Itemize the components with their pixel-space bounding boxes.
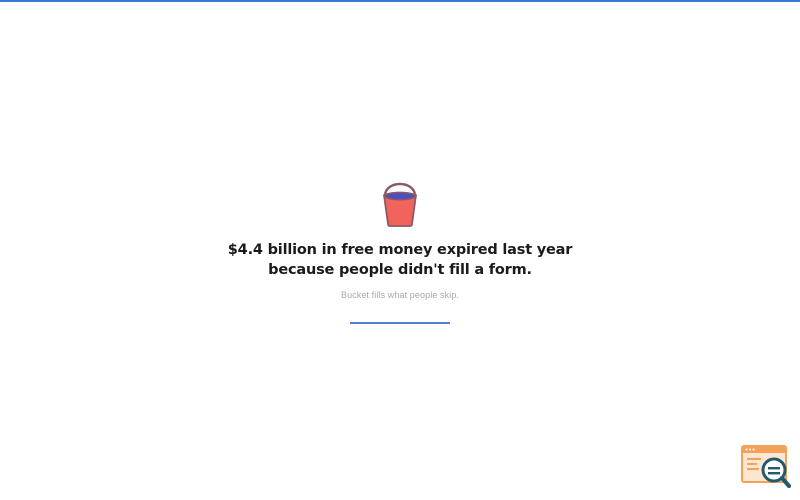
headline: $4.4 billion in free money expired last … <box>227 240 573 280</box>
progress-bar <box>350 322 450 324</box>
top-accent-bar <box>0 0 800 2</box>
page: $4.4 billion in free money expired last … <box>0 0 800 500</box>
headline-line-2: because people didn't fill a form. <box>268 262 532 278</box>
tagline: Bucket fills what people skip. <box>340 290 460 300</box>
headline-line-1: $4.4 billion in free money expired last … <box>227 242 573 258</box>
progress-fill <box>350 322 450 324</box>
corner-widget-button[interactable] <box>740 444 792 490</box>
hero-section: $4.4 billion in free money expired last … <box>0 176 800 324</box>
browser-search-icon <box>741 445 791 488</box>
bucket-icon <box>383 182 417 227</box>
